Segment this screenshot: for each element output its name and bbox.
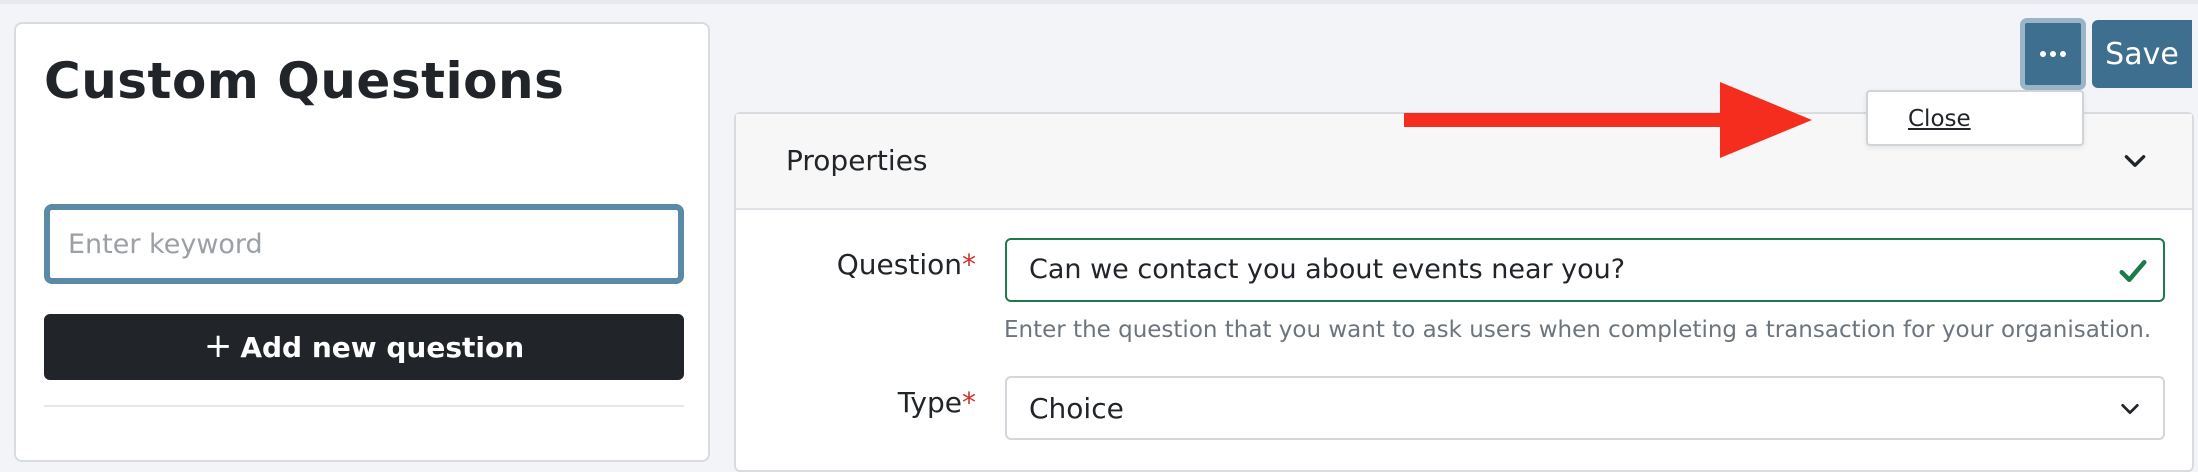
more-options-menu: Close (1866, 90, 2084, 146)
question-help-text: Enter the question that you want to ask … (1004, 317, 2152, 343)
save-button[interactable]: Save (2092, 20, 2192, 88)
red-arrow-icon (1404, 82, 1812, 158)
more-options-button[interactable] (2020, 18, 2086, 90)
ellipsis-icon (2040, 51, 2066, 57)
close-menu-item[interactable]: Close (1908, 106, 1971, 132)
plus-icon: + (203, 325, 233, 366)
type-select[interactable]: Choice (1005, 376, 2165, 440)
question-value[interactable]: Can we contact you about events near you… (1029, 254, 1625, 285)
properties-title: Properties (786, 144, 928, 177)
required-marker: * (962, 248, 976, 281)
add-new-question-button[interactable]: + Add new question (44, 314, 684, 380)
divider (44, 405, 684, 407)
properties-panel: Properties Question* Can we contact you … (734, 112, 2194, 472)
top-strip (0, 0, 2198, 4)
chevron-down-icon (2121, 403, 2139, 415)
type-selected-value: Choice (1029, 392, 1124, 425)
chevron-down-icon[interactable] (2122, 148, 2148, 174)
search-field-wrapper (44, 204, 684, 284)
add-new-question-label: Add new question (240, 330, 525, 364)
question-label: Question* (836, 248, 976, 281)
question-input[interactable]: Can we contact you about events near you… (1005, 238, 2165, 302)
custom-questions-card: Custom Questions + Add new question (14, 22, 710, 462)
required-marker: * (962, 386, 976, 419)
page-title: Custom Questions (44, 52, 565, 110)
check-icon (2119, 260, 2147, 282)
search-input[interactable] (54, 214, 674, 274)
type-label: Type* (897, 386, 976, 419)
